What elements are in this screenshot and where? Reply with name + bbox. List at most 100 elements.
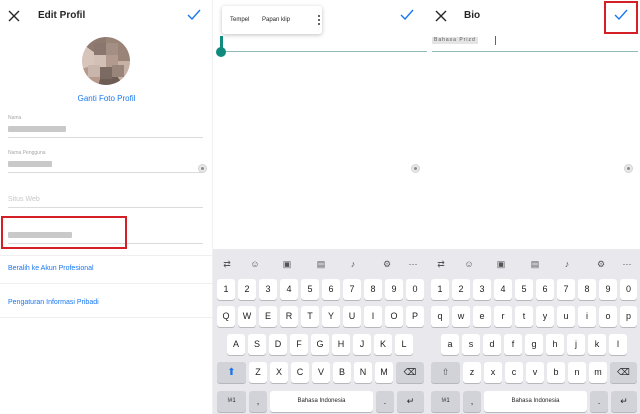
key-a[interactable]: a: [441, 334, 459, 355]
key-l[interactable]: L: [395, 334, 413, 355]
key-c[interactable]: c: [505, 362, 523, 383]
key-2[interactable]: 2: [452, 279, 470, 300]
more-icon[interactable]: ⋯: [620, 257, 634, 271]
key-5[interactable]: 5: [301, 279, 319, 300]
key-x[interactable]: X: [270, 362, 288, 383]
scroll-handle[interactable]: [411, 164, 420, 173]
gear-icon[interactable]: ⚙: [380, 257, 394, 271]
avatar[interactable]: [82, 37, 130, 85]
enter-key[interactable]: ↵: [611, 391, 637, 412]
mic-icon[interactable]: ♪: [560, 257, 574, 271]
sticker-icon[interactable]: ▣: [280, 257, 294, 271]
key-g[interactable]: G: [311, 334, 329, 355]
symbols-key[interactable]: !#1: [217, 391, 246, 412]
key-b[interactable]: B: [333, 362, 351, 383]
change-photo-link[interactable]: Ganti Foto Profil: [0, 94, 212, 103]
emoji-icon[interactable]: ☺: [462, 257, 476, 271]
key-6[interactable]: 6: [322, 279, 340, 300]
emoji-icon[interactable]: ☺: [248, 257, 262, 271]
key-q[interactable]: Q: [217, 306, 235, 327]
key-g[interactable]: g: [525, 334, 543, 355]
key-s[interactable]: S: [248, 334, 266, 355]
paste-menu-item[interactable]: Tempel: [230, 17, 249, 23]
clipboard-icon[interactable]: ▤: [528, 257, 542, 271]
key-r[interactable]: R: [280, 306, 298, 327]
key-z[interactable]: z: [463, 362, 481, 383]
key-7[interactable]: 7: [557, 279, 575, 300]
key-c[interactable]: C: [291, 362, 309, 383]
selection-handle[interactable]: [216, 47, 226, 57]
key-j[interactable]: J: [353, 334, 371, 355]
key-v[interactable]: V: [312, 362, 330, 383]
backspace-key[interactable]: ⌫: [396, 362, 424, 383]
key-1[interactable]: 1: [217, 279, 235, 300]
key-u[interactable]: U: [343, 306, 361, 327]
key-v[interactable]: v: [526, 362, 544, 383]
key-z[interactable]: Z: [249, 362, 267, 383]
key-2[interactable]: 2: [238, 279, 256, 300]
key-d[interactable]: D: [269, 334, 287, 355]
period-key[interactable]: .: [590, 391, 608, 412]
key-7[interactable]: 7: [343, 279, 361, 300]
key-o[interactable]: o: [599, 306, 617, 327]
key-x[interactable]: x: [484, 362, 502, 383]
key-w[interactable]: w: [452, 306, 470, 327]
key-p[interactable]: p: [620, 306, 637, 327]
key-9[interactable]: 9: [599, 279, 617, 300]
personal-info-settings-link[interactable]: Pengaturan Informasi Pribadi: [8, 299, 99, 306]
period-key[interactable]: .: [376, 391, 394, 412]
close-icon[interactable]: [8, 10, 20, 22]
clipboard-icon[interactable]: ▤: [314, 257, 328, 271]
enter-key[interactable]: ↵: [397, 391, 424, 412]
key-n[interactable]: n: [568, 362, 586, 383]
key-0[interactable]: 0: [406, 279, 424, 300]
key-k[interactable]: K: [374, 334, 392, 355]
gear-icon[interactable]: ⚙: [594, 257, 608, 271]
key-h[interactable]: h: [546, 334, 564, 355]
key-e[interactable]: E: [259, 306, 277, 327]
cursor-icon[interactable]: ⇄: [434, 257, 448, 271]
shift-key[interactable]: ⬆: [217, 362, 246, 383]
key-1[interactable]: 1: [431, 279, 449, 300]
key-4[interactable]: 4: [494, 279, 512, 300]
key-4[interactable]: 4: [280, 279, 298, 300]
key-k[interactable]: k: [588, 334, 606, 355]
key-r[interactable]: r: [494, 306, 512, 327]
mic-icon[interactable]: ♪: [346, 257, 360, 271]
more-options-icon[interactable]: [318, 15, 320, 25]
website-field[interactable]: Situs Web: [8, 196, 40, 203]
key-n[interactable]: N: [354, 362, 372, 383]
key-f[interactable]: F: [290, 334, 308, 355]
key-u[interactable]: u: [557, 306, 575, 327]
key-i[interactable]: i: [578, 306, 596, 327]
key-h[interactable]: H: [332, 334, 350, 355]
key-w[interactable]: W: [238, 306, 256, 327]
key-a[interactable]: A: [227, 334, 245, 355]
key-8[interactable]: 8: [364, 279, 382, 300]
key-s[interactable]: s: [462, 334, 480, 355]
key-m[interactable]: m: [589, 362, 607, 383]
key-5[interactable]: 5: [515, 279, 533, 300]
backspace-key[interactable]: ⌫: [610, 362, 637, 383]
key-d[interactable]: d: [483, 334, 501, 355]
username-field[interactable]: [8, 161, 52, 167]
key-y[interactable]: y: [536, 306, 554, 327]
close-icon[interactable]: [435, 10, 447, 22]
scroll-handle[interactable]: [198, 164, 207, 173]
key-b[interactable]: b: [547, 362, 565, 383]
key-j[interactable]: j: [567, 334, 585, 355]
key-f[interactable]: f: [504, 334, 522, 355]
key-t[interactable]: T: [301, 306, 319, 327]
check-icon[interactable]: [187, 9, 201, 21]
key-t[interactable]: t: [515, 306, 533, 327]
cursor-icon[interactable]: ⇄: [220, 257, 234, 271]
key-0[interactable]: 0: [620, 279, 637, 300]
key-p[interactable]: P: [406, 306, 424, 327]
key-o[interactable]: O: [385, 306, 403, 327]
key-9[interactable]: 9: [385, 279, 403, 300]
key-8[interactable]: 8: [578, 279, 596, 300]
bio-input[interactable]: Bahasa Prizd: [432, 37, 478, 44]
check-icon[interactable]: [400, 9, 414, 21]
name-field[interactable]: [8, 126, 66, 132]
key-l[interactable]: l: [609, 334, 627, 355]
